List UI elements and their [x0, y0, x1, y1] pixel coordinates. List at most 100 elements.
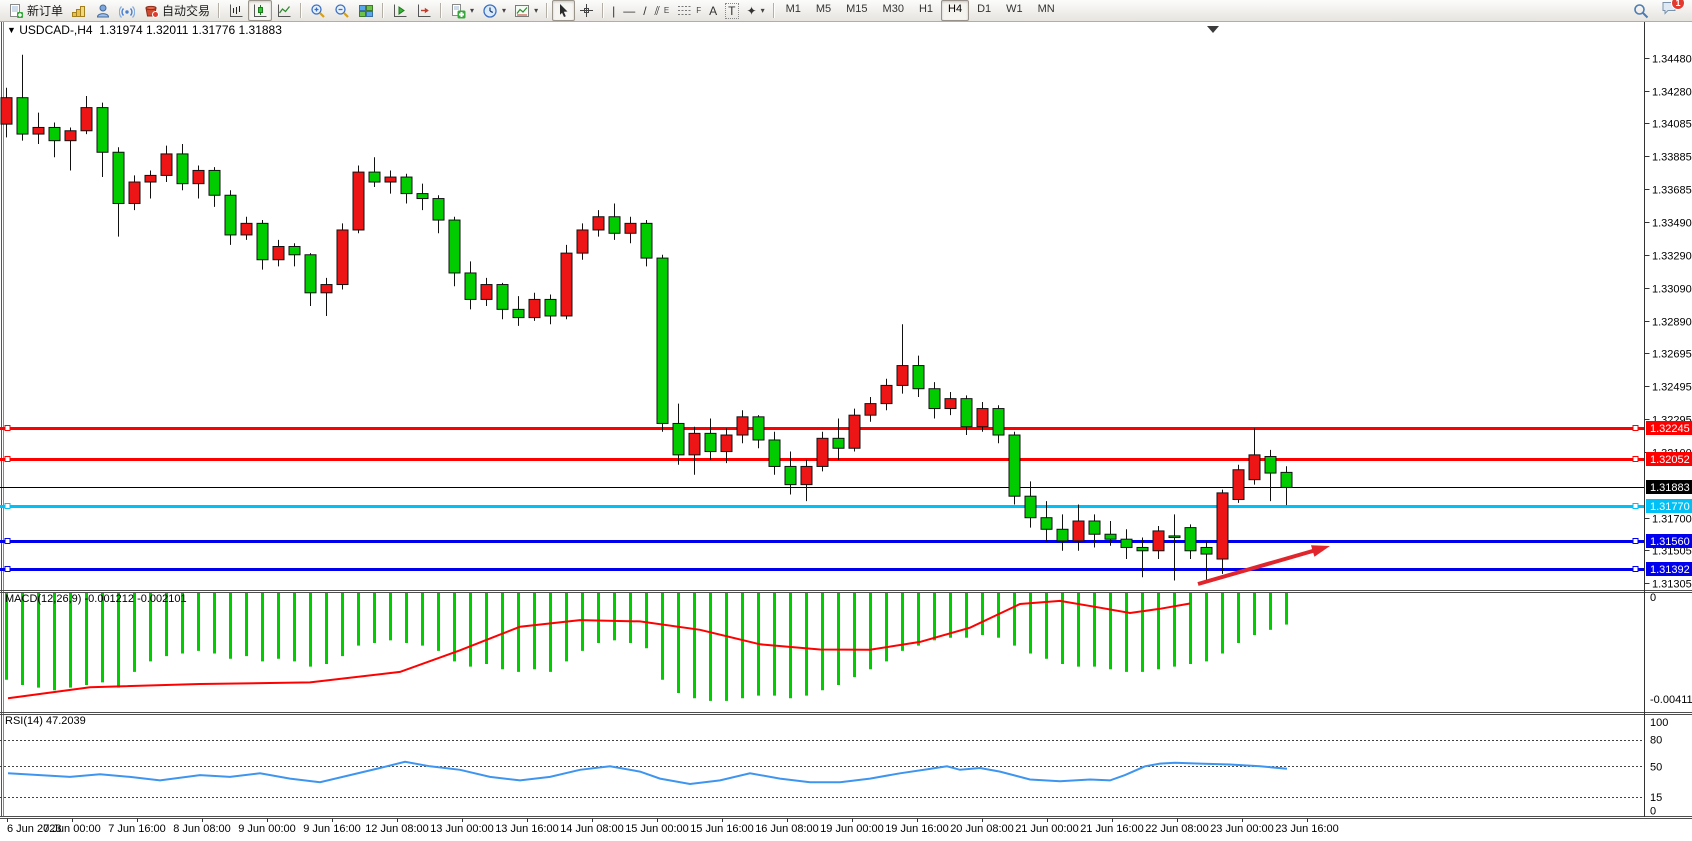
price-axis[interactable] — [1645, 22, 1692, 817]
candle-body — [33, 127, 44, 134]
candle-body — [993, 409, 1004, 435]
channel-sub-label: E — [664, 6, 669, 15]
candle-body — [1201, 547, 1212, 554]
candle-body — [1, 98, 12, 124]
line-handle[interactable] — [5, 539, 10, 544]
crosshair-tool-button[interactable] — [575, 0, 598, 21]
candle-body — [1265, 457, 1276, 474]
time-axis[interactable] — [0, 819, 1692, 841]
line-handle[interactable] — [5, 504, 10, 509]
timeframe-button-h1[interactable]: H1 — [912, 0, 940, 21]
new-order-button[interactable]: 新订单 — [4, 0, 67, 21]
horizontal-line-tool-button[interactable]: — — [619, 0, 639, 21]
templates-button[interactable]: ▾ — [510, 0, 542, 21]
channel-icon: ⫽ — [655, 4, 660, 18]
macd-indicator-label: MACD(12,26,9) -0.001212 -0.002101 — [5, 593, 187, 605]
chart-shift-button[interactable] — [388, 0, 412, 21]
timeframe-button-m30[interactable]: M30 — [876, 0, 911, 21]
signal-icon — [119, 3, 135, 19]
timeframe-button-w1[interactable]: W1 — [999, 0, 1030, 21]
title-collapse-icon[interactable]: ▼ — [7, 25, 16, 35]
main-toolbar: 新订单 自动交易 ▾ ▾ — [0, 0, 1692, 22]
candle-body — [225, 195, 236, 235]
macd-main-value: -0.001212 — [84, 593, 134, 605]
cursor-tool-button[interactable] — [552, 0, 575, 21]
timeframe-button-mn[interactable]: MN — [1031, 0, 1062, 21]
history-center-button[interactable] — [67, 0, 91, 21]
fibonacci-tool-button[interactable]: F — [673, 0, 705, 21]
candle-body — [257, 223, 268, 259]
candle-body — [17, 98, 28, 134]
candle-body — [721, 435, 732, 452]
timeframe-button-m1[interactable]: M1 — [779, 0, 808, 21]
candle-body — [1153, 531, 1164, 551]
toolbar-separator — [440, 3, 442, 18]
line-handle[interactable] — [5, 426, 10, 431]
label-tool-button[interactable]: T — [721, 0, 742, 21]
line-handle[interactable] — [1633, 567, 1638, 572]
candle-body — [417, 194, 428, 199]
periods-button[interactable]: ▾ — [478, 0, 510, 21]
candle-body — [561, 253, 572, 316]
notifications-button[interactable]: 1 — [1661, 0, 1678, 21]
chart-canvas[interactable]: 1.344801.342801.340851.338851.336851.334… — [0, 0, 1692, 841]
candle-body — [609, 217, 620, 234]
candle-body — [1281, 472, 1292, 487]
rsi-indicator-label: RSI(14) 47.2039 — [5, 715, 86, 727]
candle-body — [465, 273, 476, 299]
vertical-line-tool-button[interactable]: | — [608, 0, 619, 21]
line-handle[interactable] — [1633, 539, 1638, 544]
toolbar-separator — [773, 3, 775, 18]
text-tool-icon: A — [709, 4, 717, 18]
timeframe-button-h4[interactable]: H4 — [941, 0, 969, 21]
candle-body — [1025, 496, 1036, 517]
candle-body — [1105, 534, 1116, 539]
autotrading-button[interactable]: 自动交易 — [139, 0, 214, 21]
profile-button[interactable] — [91, 0, 115, 21]
timeframe-button-m5[interactable]: M5 — [809, 0, 838, 21]
timeframe-button-d1[interactable]: D1 — [970, 0, 998, 21]
timeframe-button-m15[interactable]: M15 — [839, 0, 874, 21]
bar-chart-button[interactable] — [224, 0, 248, 21]
line-handle[interactable] — [5, 567, 10, 572]
toolbar-separator — [218, 3, 220, 18]
bar-chart-icon — [228, 3, 244, 19]
chevron-down-icon: ▾ — [534, 6, 538, 15]
zoom-in-icon — [310, 3, 326, 19]
candle-body — [401, 177, 412, 194]
horizontal-line-icon: — — [623, 4, 635, 18]
candle-body — [897, 366, 908, 386]
zoom-in-button[interactable] — [306, 0, 330, 21]
candle-body — [657, 258, 668, 423]
fibo-sub-label: F — [696, 6, 701, 15]
add-indicator-button[interactable]: ▾ — [446, 0, 478, 21]
zoom-out-button[interactable] — [330, 0, 354, 21]
chart-ohlc-values: 1.31974 1.32011 1.31776 1.31883 — [99, 23, 282, 37]
candle-body — [1233, 470, 1244, 500]
line-handle[interactable] — [5, 457, 10, 462]
line-chart-button[interactable] — [272, 0, 296, 21]
auto-scroll-button[interactable] — [412, 0, 436, 21]
line-handle[interactable] — [1633, 504, 1638, 509]
search-icon[interactable] — [1633, 3, 1649, 19]
candle-body — [913, 366, 924, 389]
candle-body — [129, 182, 140, 203]
chevron-down-icon: ▾ — [761, 6, 765, 15]
chart-background — [0, 22, 1692, 841]
add-indicator-icon — [450, 3, 466, 19]
trendline-tool-button[interactable]: / — [639, 0, 650, 21]
trendline-icon: / — [643, 4, 646, 18]
candle-body — [1041, 518, 1052, 530]
new-order-label: 新订单 — [27, 2, 63, 19]
candle-body — [785, 466, 796, 484]
gold-bars-icon — [71, 3, 87, 19]
line-handle[interactable] — [1633, 426, 1638, 431]
channel-tool-button[interactable]: ⫽E — [651, 0, 674, 21]
arrows-tool-button[interactable]: ✦▾ — [743, 0, 769, 21]
candlestick-chart-button[interactable] — [248, 0, 272, 21]
text-tool-button[interactable]: A — [705, 0, 721, 21]
signal-button[interactable] — [115, 0, 139, 21]
line-handle[interactable] — [1633, 457, 1638, 462]
candle-body — [1249, 455, 1260, 480]
tile-windows-button[interactable] — [354, 0, 378, 21]
